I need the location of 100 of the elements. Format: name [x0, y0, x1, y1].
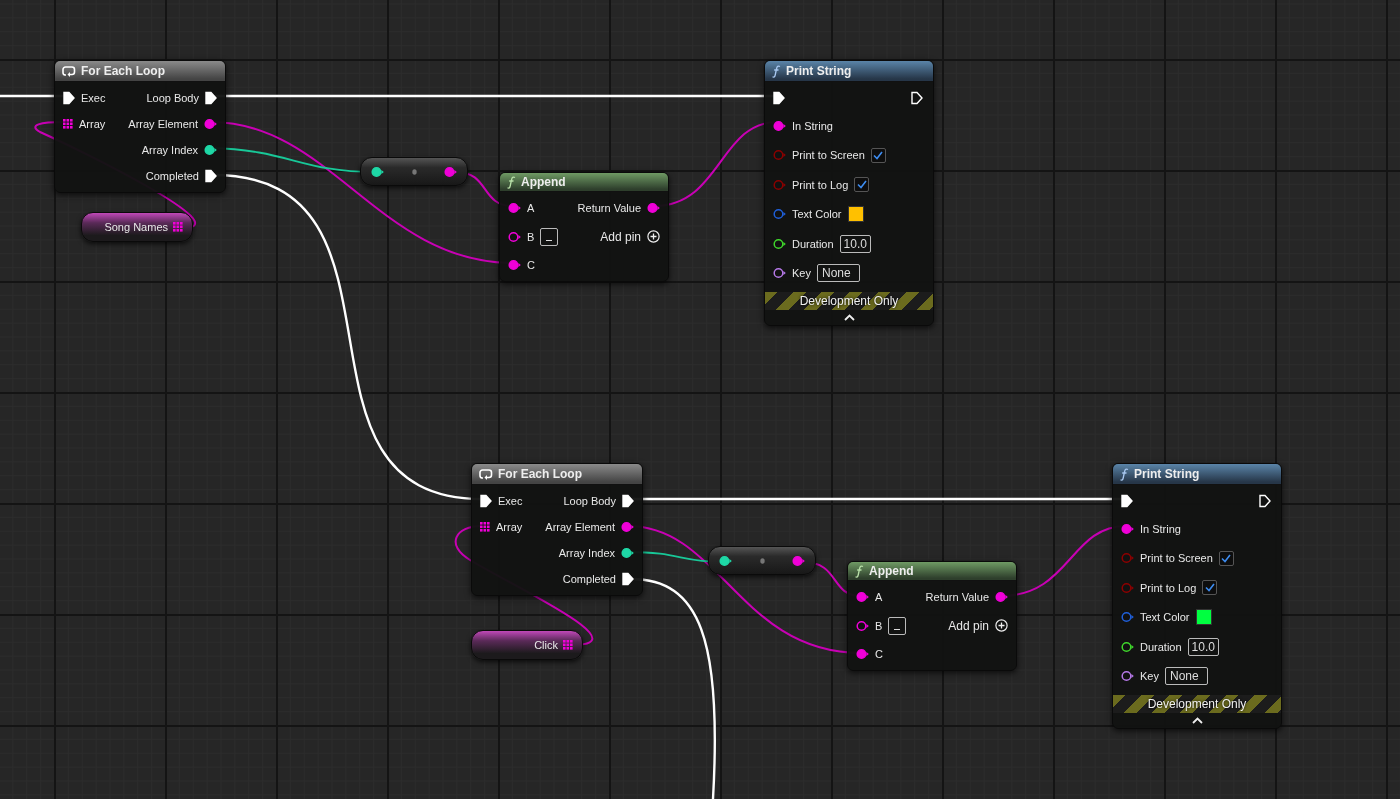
pin-label: Key: [1140, 670, 1159, 683]
text-field[interactable]: [888, 616, 907, 635]
data-pin-icon[interactable]: [371, 165, 384, 178]
pin-label: Text Color: [792, 208, 842, 221]
pin-label: Array Index: [141, 144, 198, 156]
pin-label: B: [527, 230, 535, 243]
data-pin-icon[interactable]: [995, 591, 1008, 604]
data-pin-icon[interactable]: [508, 230, 521, 243]
print-string-node[interactable]: Print String In String Print to Screen Print to Log Text Color Duration 10.0 Key None Development Only: [764, 60, 934, 326]
value-field[interactable]: 10.0: [1187, 637, 1219, 656]
data-pin-icon[interactable]: [856, 591, 869, 604]
pin-label: Loop Body: [563, 495, 616, 507]
data-pin-icon[interactable]: [1121, 640, 1134, 653]
data-pin-icon[interactable]: [647, 202, 660, 215]
pin-label: Duration: [1140, 640, 1182, 653]
value-field[interactable]: None: [816, 264, 860, 283]
variable-node[interactable]: Song Names: [81, 212, 193, 242]
exec-pin-icon[interactable]: [63, 91, 75, 105]
footer-label: Development Only: [1147, 697, 1247, 711]
plus-circle-icon: [647, 230, 660, 244]
data-pin-icon[interactable]: [1121, 522, 1134, 535]
append-node[interactable]: Append A Return Value B Add pin C: [499, 172, 669, 282]
node-title: Append: [521, 175, 566, 189]
loop-icon: [62, 65, 76, 77]
data-pin-icon[interactable]: [773, 119, 786, 132]
pin-label: Completed: [562, 573, 616, 585]
array-pin-icon[interactable]: [480, 522, 490, 532]
color-swatch[interactable]: [847, 206, 864, 223]
conversion-node[interactable]: [360, 157, 468, 186]
pin-label: Print to Log: [792, 178, 849, 191]
variable-label: Song Names: [104, 221, 168, 233]
add-pin-button[interactable]: Add pin: [948, 618, 1008, 633]
data-pin-icon[interactable]: [856, 619, 869, 632]
data-pin-icon[interactable]: [792, 554, 805, 567]
node-title: Append: [869, 564, 914, 578]
loop-icon: [479, 468, 493, 480]
node-title: For Each Loop: [498, 467, 582, 481]
append-node[interactable]: Append A Return Value B Add pin C: [847, 561, 1017, 671]
variable-node[interactable]: Click: [471, 630, 583, 660]
footer-label: Development Only: [799, 294, 899, 308]
checkbox[interactable]: [870, 147, 886, 163]
pin-label: Print to Screen: [1140, 552, 1213, 565]
pin-label: Print to Log: [1140, 581, 1197, 594]
pin-label: Exec: [81, 92, 106, 104]
data-pin-icon[interactable]: [508, 202, 521, 215]
data-pin-icon[interactable]: [508, 259, 521, 272]
function-icon: [855, 564, 864, 578]
pin-label: In String: [1140, 522, 1181, 535]
data-pin-icon[interactable]: [773, 237, 786, 250]
exec-pin-icon[interactable]: [1121, 494, 1133, 508]
checkbox[interactable]: [1218, 550, 1234, 566]
array-pin-icon[interactable]: [63, 119, 73, 129]
pin-label: Return Value: [925, 591, 989, 604]
data-pin-icon[interactable]: [204, 144, 217, 156]
exec-pin-icon[interactable]: [205, 91, 217, 105]
exec-pin-icon[interactable]: [622, 494, 634, 508]
pin-label: Array: [79, 118, 106, 130]
data-pin-icon[interactable]: [621, 521, 634, 533]
data-pin-icon[interactable]: [444, 165, 457, 178]
exec-pin-icon[interactable]: [205, 169, 217, 183]
node-title: For Each Loop: [81, 64, 165, 78]
conversion-node[interactable]: [708, 546, 816, 575]
data-pin-icon[interactable]: [1121, 670, 1134, 683]
pin-label: Array Element: [545, 521, 615, 533]
pin-label: Completed: [145, 170, 199, 182]
node-title: Print String: [1134, 467, 1200, 481]
value-field[interactable]: None: [1164, 667, 1208, 686]
pin-label: C: [875, 648, 883, 661]
pin-label: Array: [496, 521, 523, 533]
pin-label: Duration: [792, 237, 834, 250]
data-pin-icon[interactable]: [719, 554, 732, 567]
array-pin-icon[interactable]: [173, 222, 183, 232]
exec-pin-icon[interactable]: [622, 572, 634, 586]
pin-label: Array Index: [558, 547, 615, 559]
dot-icon: [759, 557, 765, 564]
chevron-up-icon[interactable]: [1191, 717, 1203, 724]
text-field[interactable]: [540, 227, 559, 246]
color-swatch[interactable]: [1195, 609, 1212, 626]
pin-label: A: [875, 591, 883, 604]
data-pin-icon[interactable]: [856, 648, 869, 661]
exec-pin-icon[interactable]: [911, 91, 923, 105]
pin-label: Array Element: [128, 118, 198, 130]
array-pin-icon[interactable]: [563, 640, 573, 650]
add-pin-button[interactable]: Add pin: [600, 229, 660, 244]
data-pin-icon[interactable]: [621, 547, 634, 559]
data-pin-icon[interactable]: [204, 118, 217, 130]
checkbox[interactable]: [854, 177, 870, 193]
for-each-loop-node[interactable]: For Each Loop Exec Loop Body Array Array Element Array Index Completed: [471, 463, 643, 596]
exec-pin-icon[interactable]: [1259, 494, 1271, 508]
value-field[interactable]: 10.0: [839, 234, 871, 253]
print-string-node[interactable]: Print String In String Print to Screen Print to Log Text Color Duration 10.0 Key None Development Only: [1112, 463, 1282, 729]
plus-circle-icon: [995, 619, 1008, 633]
for-each-loop-node[interactable]: For Each Loop Exec Loop Body Array Array Element Array Index Completed: [54, 60, 226, 193]
checkbox[interactable]: [1202, 580, 1218, 596]
pin-label: Loop Body: [146, 92, 199, 104]
exec-pin-icon[interactable]: [480, 494, 492, 508]
data-pin-icon[interactable]: [773, 267, 786, 280]
chevron-up-icon[interactable]: [843, 314, 855, 321]
pin-label: B: [875, 619, 883, 632]
exec-pin-icon[interactable]: [773, 91, 785, 105]
